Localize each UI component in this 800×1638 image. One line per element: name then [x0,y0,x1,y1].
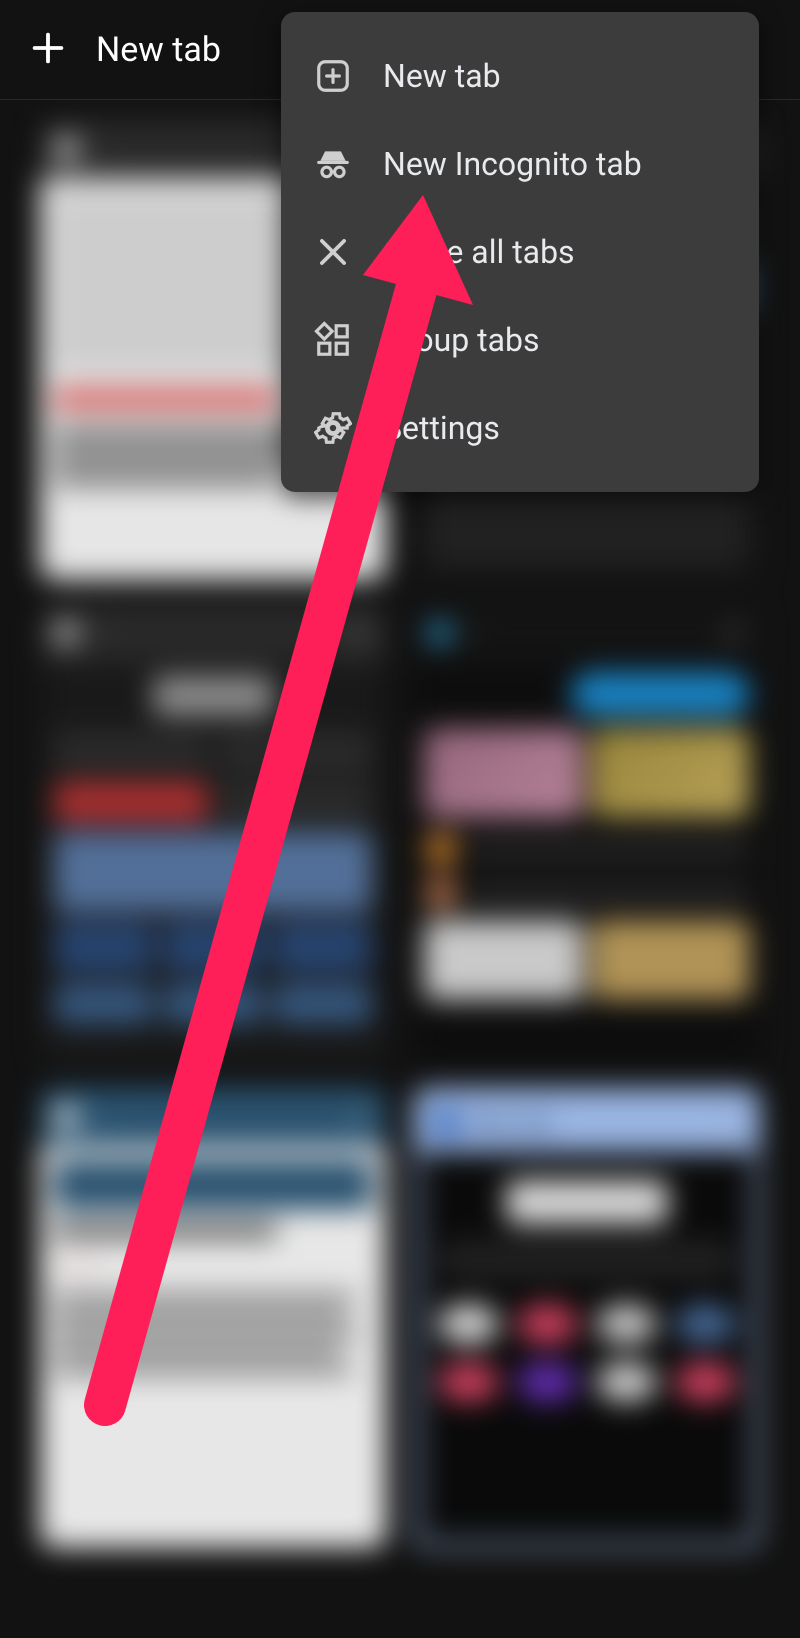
new-tab-button[interactable]: New tab [96,30,221,70]
menu-item-new-tab[interactable]: New tab [281,32,759,120]
menu-item-label: Close all tabs [383,233,575,271]
menu-item-label: Settings [383,409,500,447]
menu-item-settings[interactable]: Settings [281,384,759,472]
menu-item-label: New Incognito tab [383,145,642,183]
overflow-menu: New tab New Incognito tab Close all tabs [281,12,759,492]
menu-item-label: Group tabs [383,321,539,359]
menu-item-close-all-tabs[interactable]: Close all tabs [281,208,759,296]
menu-item-group-tabs[interactable]: Group tabs [281,296,759,384]
plus-icon[interactable] [28,28,68,72]
plus-square-icon [313,56,353,96]
menu-item-new-incognito-tab[interactable]: New Incognito tab [281,120,759,208]
gear-icon [313,408,353,448]
grid-icon [313,320,353,360]
incognito-icon [313,144,353,184]
menu-item-label: New tab [383,57,501,95]
close-icon [313,232,353,272]
